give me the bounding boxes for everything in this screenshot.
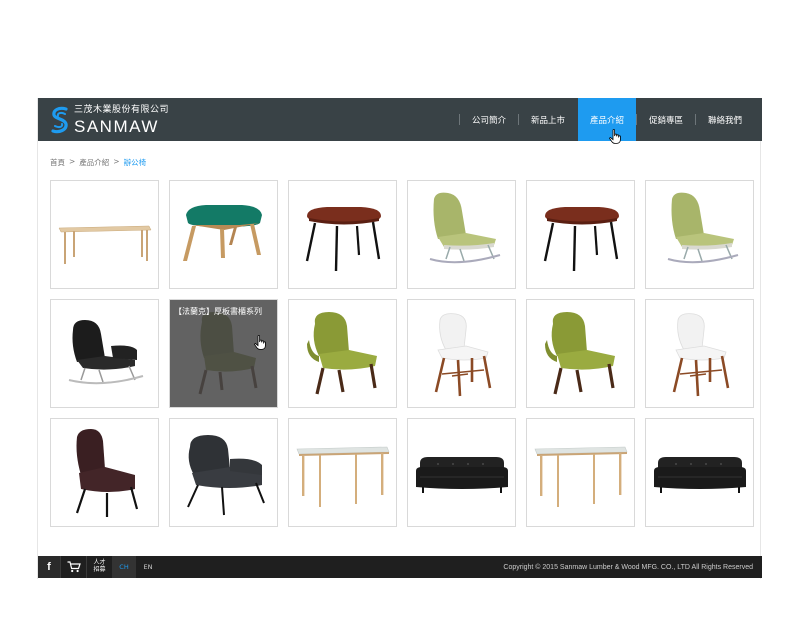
nav-item-products[interactable]: 產品介紹: [578, 98, 636, 141]
product-tile[interactable]: [50, 180, 159, 289]
site-footer: f 人才 招募 CH EN Copyright © 2015 Sanmaw Lu…: [38, 556, 762, 578]
black-sofa-icon: [654, 457, 746, 493]
product-tile[interactable]: [526, 299, 635, 408]
product-tile[interactable]: [645, 180, 754, 289]
product-tile[interactable]: [407, 299, 516, 408]
nav-item-about[interactable]: 公司簡介: [460, 98, 518, 141]
lang-ch[interactable]: CH: [112, 556, 136, 578]
brown-ottoman-icon: [543, 207, 619, 272]
product-tile[interactable]: [645, 299, 754, 408]
company-name-cn: 三茂木業股份有限公司: [74, 104, 170, 115]
product-tile[interactable]: [169, 418, 278, 527]
cart-icon[interactable]: [60, 556, 86, 578]
lang-en[interactable]: EN: [136, 556, 160, 578]
recruit-link[interactable]: 人才 招募: [86, 556, 112, 578]
product-hover-title: 【法蘭克】厚板書櫃系列: [174, 307, 262, 316]
site-container: 三茂木業股份有限公司 SANMAW 公司簡介 新品上市 產品介紹 促銷專區 聯絡…: [37, 98, 762, 579]
recruit-line-2: 招募: [93, 566, 106, 573]
hand-cursor-icon: [609, 129, 621, 144]
green-lounge-chair-icon: [545, 312, 615, 395]
facebook-icon[interactable]: f: [38, 556, 60, 578]
product-tile[interactable]: [526, 418, 635, 527]
green-rocking-chair-icon: [429, 192, 501, 264]
table-icon: [58, 225, 152, 264]
product-tile[interactable]: [50, 418, 159, 527]
nav-item-new-arrivals[interactable]: 新品上市: [519, 98, 577, 141]
black-rocking-chair-icon: [68, 320, 144, 385]
breadcrumb-products[interactable]: 產品介紹: [79, 157, 109, 168]
site-header: 三茂木業股份有限公司 SANMAW 公司簡介 新品上市 產品介紹 促銷專區 聯絡…: [38, 98, 762, 141]
maroon-lounge-chair-icon: [75, 429, 139, 517]
breadcrumb-separator: >: [113, 157, 120, 166]
green-rocking-chair-icon: [667, 192, 739, 264]
sanmaw-logo-icon: [51, 106, 68, 134]
brown-ottoman-icon: [305, 207, 381, 272]
logo[interactable]: 三茂木業股份有限公司 SANMAW: [50, 104, 169, 136]
cart-icon-glyph: [67, 561, 81, 573]
copyright: Copyright © 2015 Sanmaw Lumber & Wood MF…: [503, 563, 753, 571]
product-tile[interactable]: [50, 299, 159, 408]
product-tile[interactable]: [407, 180, 516, 289]
nav-item-contact[interactable]: 聯絡我們: [696, 98, 754, 141]
grey-lounge-chair-icon: [187, 435, 265, 516]
product-tile[interactable]: [288, 180, 397, 289]
breadcrumb-home[interactable]: 首頁: [50, 157, 65, 168]
product-tile[interactable]: [526, 180, 635, 289]
breadcrumb-separator: >: [69, 157, 76, 166]
dining-table-icon: [296, 446, 390, 507]
product-tile[interactable]: [169, 180, 278, 289]
product-tile[interactable]: 【法蘭克】厚板書櫃系列: [169, 299, 278, 408]
product-grid: 【法蘭克】厚板書櫃系列: [50, 180, 754, 527]
product-tile[interactable]: [288, 418, 397, 527]
black-sofa-icon: [416, 457, 508, 493]
teal-ottoman-icon: [183, 205, 262, 261]
hand-cursor-icon: [254, 335, 266, 350]
breadcrumb: 首頁 > 產品介紹 > 辦公椅: [50, 157, 146, 168]
white-chair-icon: [434, 313, 492, 397]
product-tile[interactable]: [645, 418, 754, 527]
breadcrumb-current: 辦公椅: [123, 158, 147, 167]
white-chair-icon: [672, 313, 730, 397]
product-tile[interactable]: [407, 418, 516, 527]
company-name-en: SANMAW: [74, 116, 159, 136]
green-lounge-chair-icon: [307, 312, 377, 395]
product-tile[interactable]: [288, 299, 397, 408]
nav-item-promotions[interactable]: 促銷專區: [637, 98, 695, 141]
dining-table-icon: [534, 446, 628, 507]
